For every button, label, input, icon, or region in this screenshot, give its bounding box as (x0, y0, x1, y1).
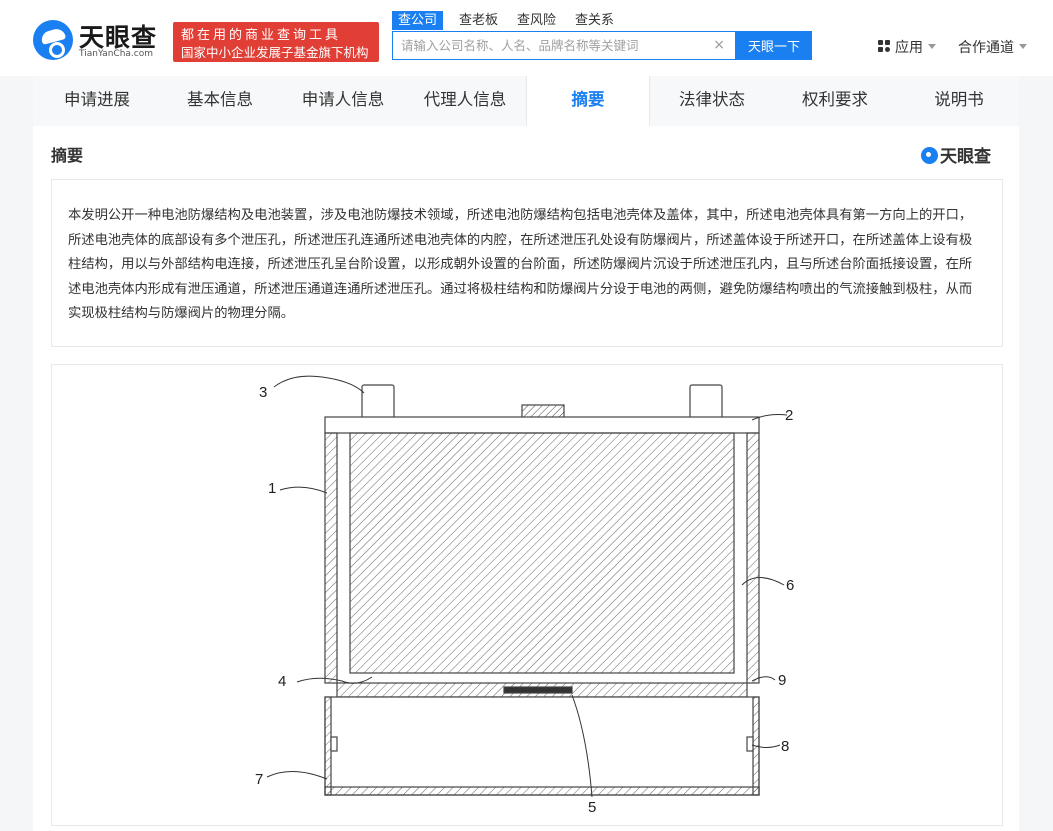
tab-agent-info[interactable]: 代理人信息 (421, 76, 509, 126)
slogan-banner: 都在用的商业查询工具 国家中小企业发展子基金旗下机构 (173, 22, 379, 62)
search-button[interactable]: 天眼一下 (736, 31, 812, 60)
search-tab-risk[interactable]: 查风险 (517, 11, 556, 30)
abstract-panel: 摘要 天眼查 本发明公开一种电池防爆结构及电池装置，涉及电池防爆技术领域，所述电… (33, 126, 1019, 831)
slogan-line-2: 国家中小企业发展子基金旗下机构 (181, 45, 369, 60)
patent-drawing: 3 2 1 6 4 9 8 7 5 (51, 364, 1003, 826)
tab-legal-status[interactable]: 法律状态 (676, 76, 748, 126)
chevron-down-icon (1019, 44, 1027, 49)
apps-label: 应用 (895, 40, 923, 56)
callout-2: 2 (785, 407, 793, 424)
callout-5: 5 (588, 799, 596, 816)
tab-abstract[interactable]: 摘要 (526, 76, 650, 127)
tab-applicant-info[interactable]: 申请人信息 (299, 76, 387, 126)
section-title: 摘要 (51, 146, 84, 165)
callout-7: 7 (255, 771, 263, 788)
apps-menu[interactable]: 应用 (878, 37, 936, 57)
site-logo[interactable]: 天眼查 TianYanCha.com (33, 18, 173, 64)
callout-8: 8 (781, 738, 789, 755)
search-tab-relation[interactable]: 查关系 (575, 11, 614, 30)
tab-application-progress[interactable]: 申请进展 (62, 76, 132, 126)
search-box: × (392, 31, 736, 60)
logo-subtext: TianYanCha.com (79, 49, 154, 59)
brand-watermark: 天眼查 (921, 142, 991, 167)
patent-tab-bar: 申请进展 基本信息 申请人信息 代理人信息 摘要 法律状态 权利要求 说明书 (33, 76, 1019, 127)
tab-claims[interactable]: 权利要求 (799, 76, 871, 126)
chevron-down-icon (928, 44, 936, 49)
callout-4: 4 (278, 673, 286, 690)
clear-icon[interactable]: × (713, 37, 725, 53)
slogan-line-1: 都在用的商业查询工具 (181, 28, 342, 43)
battery-structure-drawing: 3 2 1 6 4 9 8 7 5 (255, 375, 794, 816)
search-input[interactable] (401, 32, 701, 59)
callout-1: 1 (268, 480, 276, 497)
search-tab-company[interactable]: 查公司 (392, 11, 444, 30)
tab-basic-info[interactable]: 基本信息 (184, 76, 256, 126)
partner-menu[interactable]: 合作通道 (958, 37, 1027, 57)
tab-description[interactable]: 说明书 (931, 76, 987, 126)
callout-6: 6 (786, 577, 794, 594)
top-header: 天眼查 TianYanCha.com 都在用的商业查询工具 国家中小企业发展子基… (0, 0, 1053, 76)
callout-9: 9 (778, 672, 786, 689)
callout-3: 3 (259, 384, 267, 401)
brand-text: 天眼查 (940, 147, 991, 167)
abstract-text: 本发明公开一种电池防爆结构及电池装置，涉及电池防爆技术领域，所述电池防爆结构包括… (51, 179, 1003, 347)
logo-eye-icon (921, 147, 938, 164)
grid-icon (878, 40, 891, 53)
logo-eye-icon (33, 20, 73, 60)
partner-label: 合作通道 (958, 40, 1014, 56)
search-tab-boss[interactable]: 查老板 (459, 11, 498, 30)
